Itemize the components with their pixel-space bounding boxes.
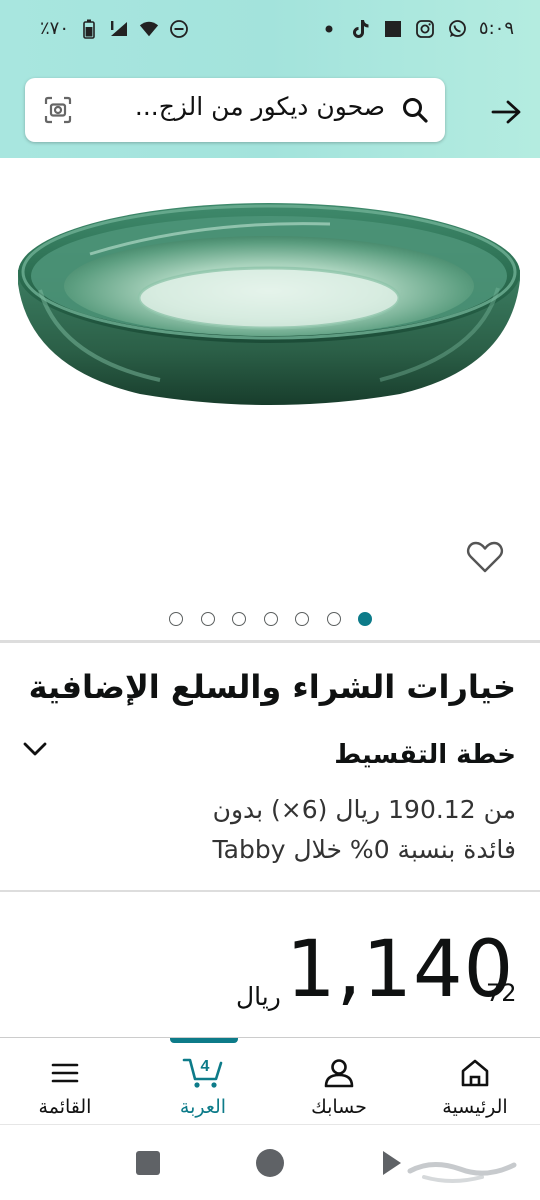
home-button[interactable] <box>256 1149 284 1177</box>
dnd-icon <box>169 19 189 39</box>
wishlist-heart-icon[interactable] <box>466 540 504 574</box>
whatsapp-icon <box>447 19 467 39</box>
installment-plan-title[interactable]: خطة التقسيط <box>334 740 516 770</box>
nav-home-label: الرئيسية <box>442 1096 508 1118</box>
installment-plan-description: من 190.12 ريال (6×) بدون فائدة بنسبة 0% … <box>96 790 517 870</box>
account-icon <box>324 1059 354 1088</box>
back-triangle-icon[interactable] <box>380 1149 404 1177</box>
divider <box>0 890 540 892</box>
cart-count-badge: 4 <box>201 1058 210 1075</box>
bottom-nav: الرئيسية حسابك 4 العربة القائمة <box>0 1038 540 1124</box>
home-icon <box>461 1059 489 1087</box>
chevron-down-icon[interactable] <box>20 736 50 762</box>
signal-icon <box>109 19 129 39</box>
square-app-icon <box>383 19 403 39</box>
nav-menu-label: القائمة <box>38 1096 92 1118</box>
status-right: ٥:٠٩ <box>319 18 514 39</box>
status-bar: ٪٧٠ ٥:٠٩ <box>0 0 540 62</box>
menu-icon <box>51 1063 79 1083</box>
nav-menu[interactable]: القائمة <box>10 1050 120 1122</box>
pagination-dot[interactable] <box>295 612 309 626</box>
watermark-logo <box>407 1162 517 1183</box>
camera-search-icon[interactable] <box>43 95 73 125</box>
search-row: صحون ديكور من الزج... <box>0 78 540 144</box>
pagination-dot[interactable] <box>169 612 183 626</box>
price-fraction: 72 <box>486 979 517 1007</box>
nav-account-label: حسابك <box>311 1096 367 1118</box>
pagination-dot-active[interactable] <box>358 612 372 626</box>
dot-icon <box>319 19 339 39</box>
active-tab-indicator <box>170 1038 238 1043</box>
back-arrow-icon[interactable] <box>488 94 524 130</box>
purchase-options-title: خيارات الشراء والسلع الإضافية <box>28 668 516 706</box>
status-left: ٪٧٠ <box>40 18 189 39</box>
price: ريال 1,140 72 <box>0 925 540 1025</box>
pagination-dot[interactable] <box>232 612 246 626</box>
clock: ٥:٠٩ <box>478 18 514 39</box>
search-input[interactable]: صحون ديكور من الزج... <box>135 92 385 121</box>
green-glass-plate-image <box>18 203 520 405</box>
pagination-dot[interactable] <box>326 612 341 626</box>
pagination-dot[interactable] <box>200 612 215 626</box>
image-pagination <box>0 608 540 630</box>
battery-icon <box>79 19 99 39</box>
pagination-dot[interactable] <box>263 612 278 626</box>
installment-line-2: فائدة بنسبة 0% خلال Tabby <box>212 835 517 864</box>
recents-button[interactable] <box>136 1151 160 1175</box>
product-image[interactable] <box>0 158 540 638</box>
nav-account[interactable]: حسابك <box>284 1050 394 1122</box>
search-icon[interactable] <box>401 96 429 124</box>
installment-line-1: من 190.12 ريال (6×) بدون <box>212 795 516 824</box>
divider <box>0 640 540 643</box>
system-nav-bar <box>0 1125 540 1200</box>
cart-icon: 4 <box>182 1058 223 1088</box>
wifi-icon <box>139 19 159 39</box>
tiktok-icon <box>351 19 371 39</box>
nav-cart[interactable]: 4 العربة <box>148 1050 258 1122</box>
battery-percent: ٪٧٠ <box>40 18 70 39</box>
nav-home[interactable]: الرئيسية <box>420 1050 530 1122</box>
price-currency: ريال <box>236 982 281 1011</box>
header-area: ٪٧٠ ٥:٠٩ صحون ديكور من الزج... <box>0 0 540 158</box>
instagram-icon <box>415 19 435 39</box>
nav-cart-label: العربة <box>179 1096 227 1118</box>
search-box[interactable]: صحون ديكور من الزج... <box>25 78 445 142</box>
price-whole: 1,140 <box>286 925 515 1015</box>
